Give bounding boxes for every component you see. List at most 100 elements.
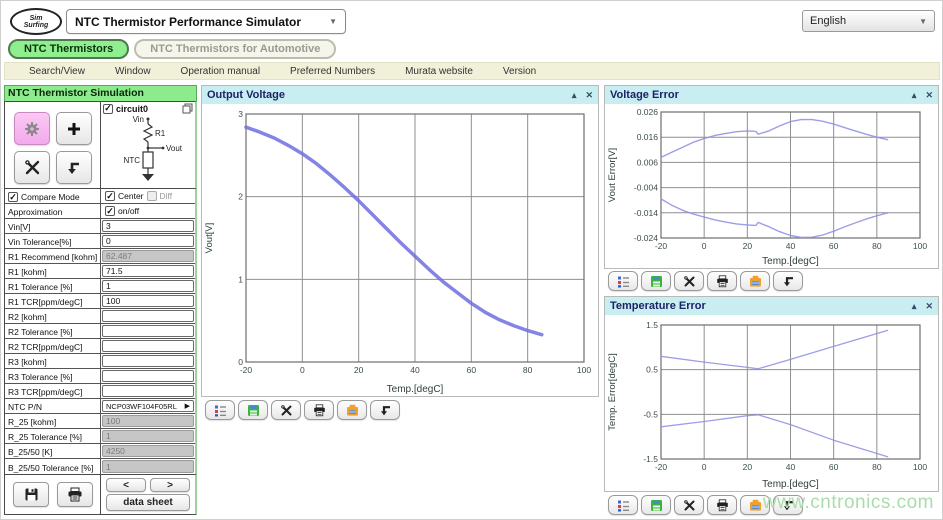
print-button[interactable]: [707, 495, 737, 515]
param-label: R2 [kohm]: [5, 309, 101, 323]
table-row: Compare Mode Center Diff: [5, 189, 195, 204]
approximation-onoff-label: on/off: [118, 206, 139, 216]
menu-preferred-numbers[interactable]: Preferred Numbers: [290, 66, 375, 77]
circuit0-checkbox[interactable]: [103, 104, 113, 114]
param-label: R3 Tolerance [%]: [5, 369, 101, 383]
undo-icon: [379, 404, 392, 417]
table-row: R3 [kohm]: [5, 354, 195, 369]
param-label: R3 TCR[ppm/degC]: [5, 384, 101, 398]
legend-button[interactable]: [608, 271, 638, 291]
tab-bar: NTC Thermistors NTC Thermistors for Auto…: [8, 39, 336, 59]
svg-text:20: 20: [743, 241, 753, 251]
svg-text:1: 1: [238, 274, 243, 284]
export-button[interactable]: [641, 271, 671, 291]
circuit-vout-label: Vout: [166, 144, 183, 153]
param-label: Vin Tolerance[%]: [5, 234, 101, 248]
svg-text:-1.5: -1.5: [643, 454, 658, 464]
save-button[interactable]: [13, 482, 49, 507]
r3-tcr-input[interactable]: [102, 385, 194, 397]
approximation-checkbox[interactable]: [105, 206, 115, 216]
data-sheet-button[interactable]: data sheet: [106, 494, 190, 511]
undo-button[interactable]: [56, 151, 92, 184]
svg-text:3: 3: [238, 109, 243, 119]
prev-button[interactable]: <: [106, 478, 146, 492]
r2-tolerance-input[interactable]: [102, 325, 194, 337]
menu-version[interactable]: Version: [503, 66, 536, 77]
ntc-pn-dropdown[interactable]: NCP03WF104F05RL ▶: [102, 400, 194, 412]
r1-tcr-input[interactable]: 100: [102, 295, 194, 307]
menu-window[interactable]: Window: [115, 66, 151, 77]
undo-button[interactable]: [370, 400, 400, 420]
table-row: B_25/50 [K]4250: [5, 444, 195, 459]
ntc-pn-value: NCP03WF104F05RL: [106, 402, 177, 411]
r3-input[interactable]: [102, 355, 194, 367]
svg-text:-0.5: -0.5: [643, 409, 658, 419]
add-circuit-button[interactable]: [56, 112, 92, 145]
legend-button[interactable]: [205, 400, 235, 420]
language-select[interactable]: English ▼: [802, 10, 935, 32]
collapse-icon[interactable]: ▴: [912, 301, 917, 312]
legend-button[interactable]: [608, 495, 638, 515]
collapse-icon[interactable]: ▴: [572, 90, 577, 101]
vin-tolerance-input[interactable]: 0: [102, 235, 194, 247]
simulate-button[interactable]: [14, 112, 50, 145]
table-row: Vin[V]3: [5, 219, 195, 234]
svg-text:60: 60: [829, 241, 839, 251]
compare-mode-checkbox[interactable]: [8, 192, 18, 202]
next-button[interactable]: >: [150, 478, 190, 492]
r3-tolerance-input[interactable]: [102, 370, 194, 382]
svg-text:100: 100: [577, 365, 591, 375]
diff-label: Diff: [160, 191, 173, 201]
simulation-toolbox: circuit0 Vin R1 Vout: [4, 101, 197, 189]
close-icon[interactable]: ✕: [925, 301, 933, 312]
tab-ntc-thermistors-automotive[interactable]: NTC Thermistors for Automotive: [134, 39, 336, 59]
export-button[interactable]: [641, 495, 671, 515]
export-button[interactable]: [238, 400, 268, 420]
output-voltage-toolbar: [202, 400, 598, 420]
tools-button[interactable]: [674, 495, 704, 515]
table-row: R2 TCR[ppm/degC]: [5, 339, 195, 354]
r2-input[interactable]: [102, 310, 194, 322]
close-icon[interactable]: ✕: [585, 90, 593, 101]
menu-search-view[interactable]: Search/View: [29, 66, 85, 77]
center-checkbox[interactable]: [105, 191, 115, 201]
menu-murata-website[interactable]: Murata website: [405, 66, 473, 77]
copy-icon[interactable]: [182, 103, 193, 114]
r1-input[interactable]: 71.5: [102, 265, 194, 277]
undo-icon: [782, 275, 795, 288]
parameter-table: Compare Mode Center Diff Approximation o…: [4, 189, 197, 475]
capture-button[interactable]: [337, 400, 367, 420]
capture-button[interactable]: [740, 271, 770, 291]
floppy-disk-icon: [24, 487, 39, 502]
param-label: R1 [kohm]: [5, 264, 101, 278]
svg-text:100: 100: [913, 241, 927, 251]
svg-text:-0.014: -0.014: [634, 208, 658, 218]
tools-icon: [683, 275, 696, 288]
tab-ntc-thermistors[interactable]: NTC Thermistors: [8, 39, 129, 59]
vin-input[interactable]: 3: [102, 220, 194, 232]
print-button[interactable]: [304, 400, 334, 420]
r2-tcr-input[interactable]: [102, 340, 194, 352]
simulator-select[interactable]: NTC Thermistor Performance Simulator ▼: [66, 9, 346, 34]
tools-button[interactable]: [271, 400, 301, 420]
tools-button[interactable]: [14, 151, 50, 184]
param-label: R2 Tolerance [%]: [5, 324, 101, 338]
tools-icon: [24, 159, 41, 176]
undo-button[interactable]: [773, 271, 803, 291]
temperature-error-panel: Temperature Error ▴✕ -200204060801001.50…: [604, 296, 939, 492]
b2550-tolerance-value: 1: [102, 460, 194, 473]
svg-text:Temp. Error[degC]: Temp. Error[degC]: [607, 353, 618, 431]
svg-text:-0.024: -0.024: [634, 233, 658, 243]
print-button[interactable]: [57, 482, 93, 507]
menu-operation-manual[interactable]: Operation manual: [181, 66, 261, 77]
diff-checkbox[interactable]: [147, 191, 157, 201]
capture-icon: [346, 404, 359, 417]
svg-text:Temp.[degC]: Temp.[degC]: [762, 256, 819, 267]
tools-button[interactable]: [674, 271, 704, 291]
close-icon[interactable]: ✕: [925, 90, 933, 101]
collapse-icon[interactable]: ▴: [912, 90, 917, 101]
print-button[interactable]: [707, 271, 737, 291]
svg-text:40: 40: [786, 462, 796, 472]
r1-tolerance-input[interactable]: 1: [102, 280, 194, 292]
simulation-panel-title: NTC Thermistor Simulation: [4, 85, 197, 101]
